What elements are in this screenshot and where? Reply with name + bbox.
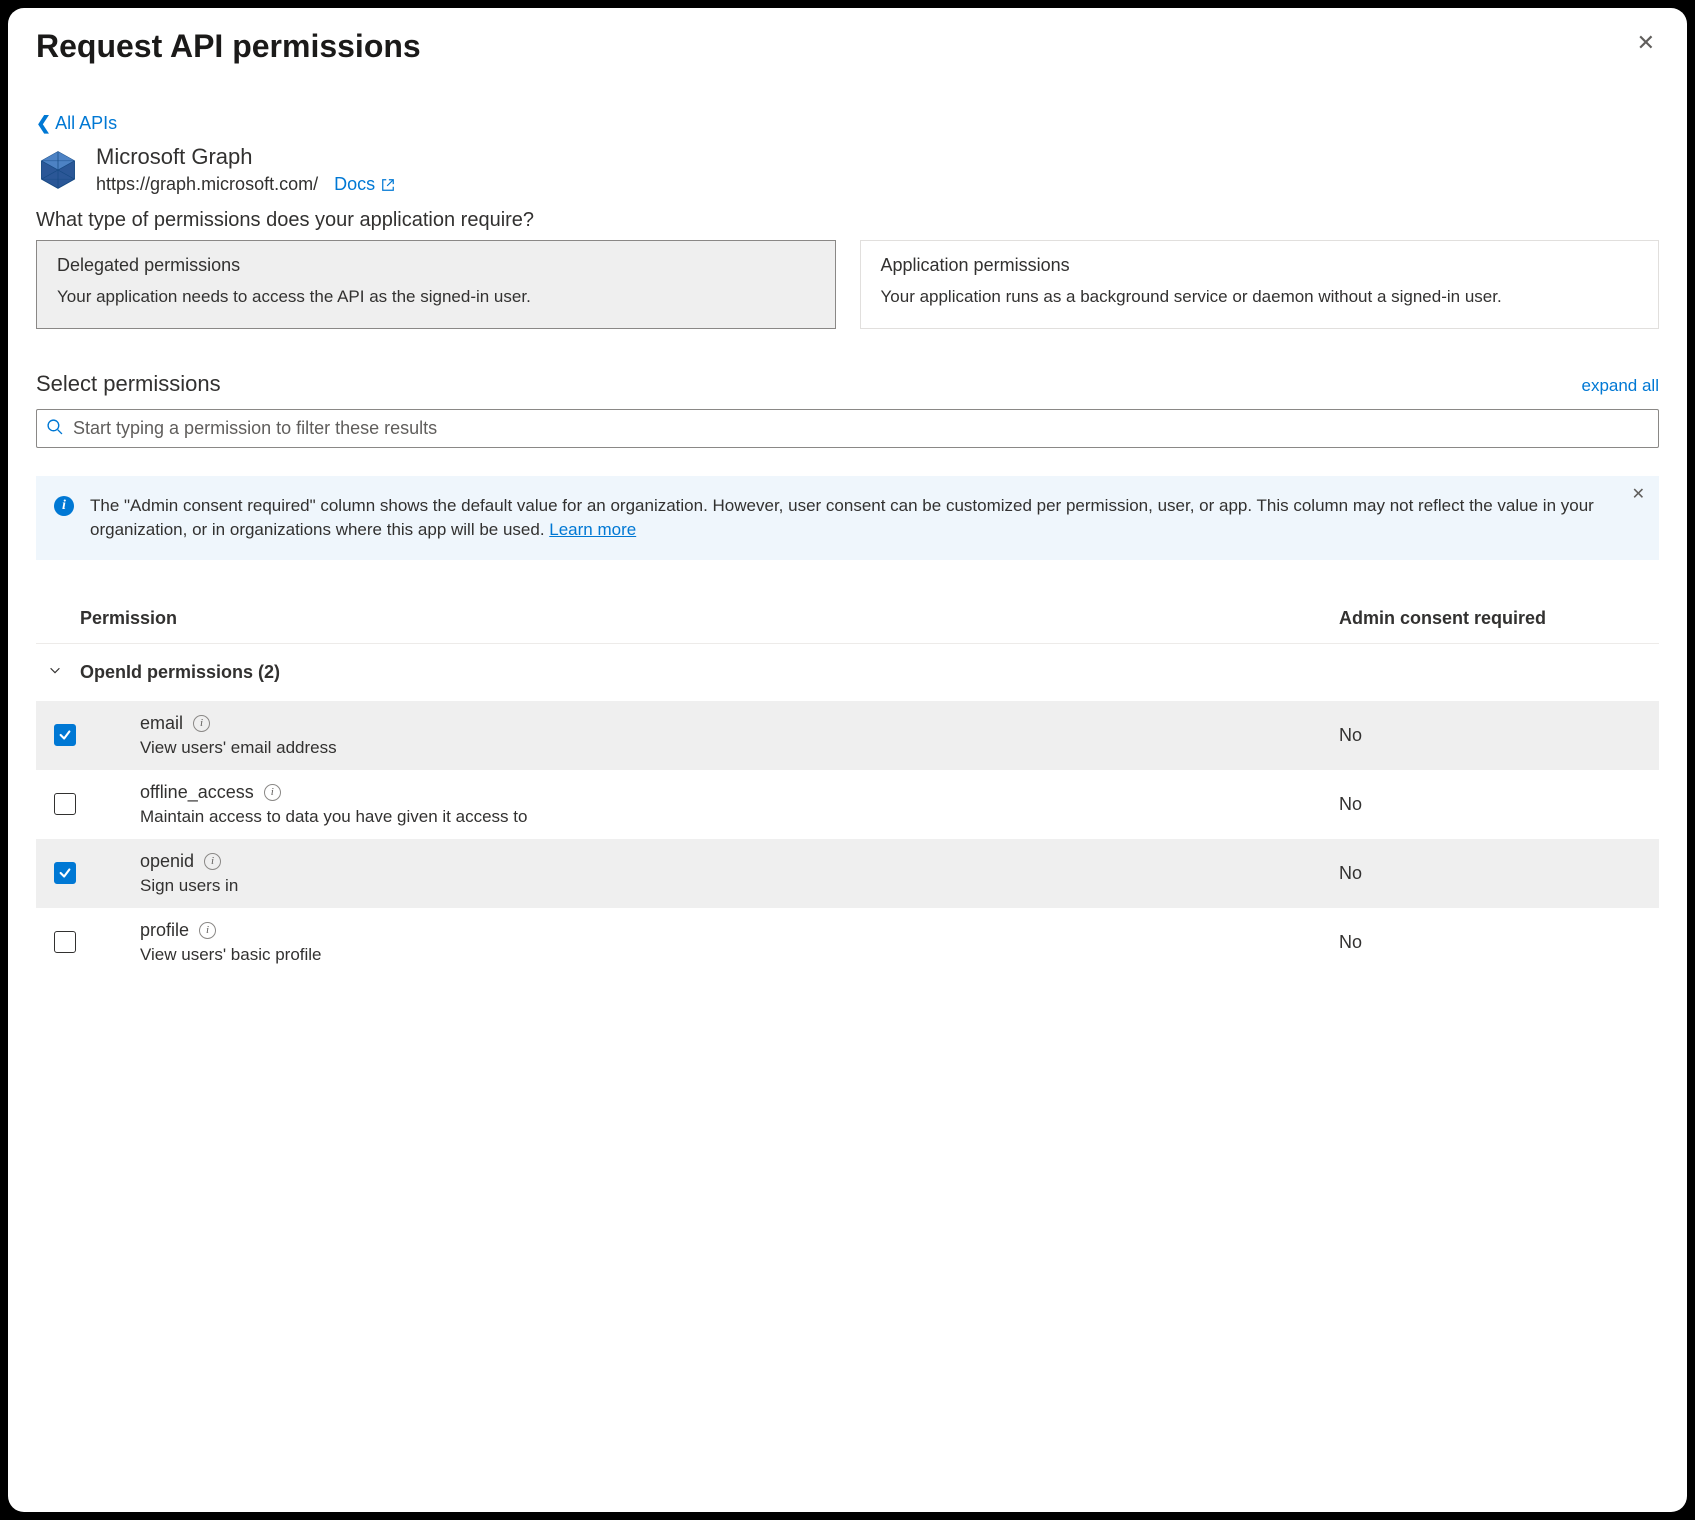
permission-search-input[interactable] (36, 409, 1659, 448)
permission-name: offline_access (140, 782, 254, 803)
info-hint-icon[interactable]: i (204, 853, 221, 870)
chevron-down-icon (48, 663, 62, 682)
permission-desc: View users' basic profile (140, 945, 1339, 965)
permission-desc: Maintain access to data you have given i… (140, 807, 1339, 827)
admin-consent-value: No (1339, 725, 1659, 746)
permission-name: openid (140, 851, 194, 872)
permission-row: profile i View users' basic profileNo (36, 908, 1659, 977)
table-header: Permission Admin consent required (36, 594, 1659, 644)
chevron-left-icon: ❮ (36, 113, 51, 134)
info-close-icon[interactable]: ✕ (1632, 484, 1645, 504)
application-permissions-card[interactable]: Application permissions Your application… (860, 240, 1660, 329)
card-desc: Your application needs to access the API… (57, 286, 815, 308)
docs-link[interactable]: Docs (334, 174, 395, 195)
permission-checkbox[interactable] (54, 724, 76, 746)
permission-type-question: What type of permissions does your appli… (36, 209, 1659, 232)
api-url: https://graph.microsoft.com/ (96, 174, 318, 195)
card-desc: Your application runs as a background se… (881, 286, 1639, 308)
select-permissions-label: Select permissions (36, 371, 221, 397)
permission-checkbox[interactable] (54, 793, 76, 815)
docs-link-label: Docs (334, 174, 375, 195)
external-link-icon (381, 178, 395, 192)
info-icon: i (54, 496, 74, 516)
permission-row: emaili View users' email addressNo (36, 701, 1659, 770)
permission-row: offline_access i Maintain access to data y… (36, 770, 1659, 839)
admin-consent-value: No (1339, 932, 1659, 953)
permission-checkbox[interactable] (54, 931, 76, 953)
permission-row: openidi Sign users inNo (36, 839, 1659, 908)
permission-desc: Sign users in (140, 876, 1339, 896)
microsoft-graph-icon (36, 148, 80, 192)
admin-consent-value: No (1339, 794, 1659, 815)
column-admin-consent: Admin consent required (1339, 608, 1659, 629)
permission-name: profile (140, 920, 189, 941)
card-title: Delegated permissions (57, 255, 815, 276)
back-link-label: All APIs (55, 113, 117, 134)
permission-name: email (140, 713, 183, 734)
permission-group-openid[interactable]: OpenId permissions (2) (36, 644, 1659, 701)
delegated-permissions-card[interactable]: Delegated permissions Your application n… (36, 240, 836, 329)
expand-all-link[interactable]: expand all (1581, 376, 1659, 396)
group-label: OpenId permissions (2) (80, 662, 280, 683)
info-hint-icon[interactable]: i (199, 922, 216, 939)
page-title: Request API permissions (36, 28, 421, 65)
permission-checkbox[interactable] (54, 862, 76, 884)
search-icon (46, 418, 63, 440)
back-all-apis-link[interactable]: ❮ All APIs (36, 113, 117, 134)
admin-consent-value: No (1339, 863, 1659, 884)
info-text: The "Admin consent required" column show… (90, 496, 1594, 539)
api-name: Microsoft Graph (96, 144, 395, 170)
info-banner: i The "Admin consent required" column sh… (36, 476, 1659, 560)
info-hint-icon[interactable]: i (193, 715, 210, 732)
learn-more-link[interactable]: Learn more (549, 520, 636, 539)
permission-desc: View users' email address (140, 738, 1339, 758)
info-hint-icon[interactable]: i (264, 784, 281, 801)
api-permissions-panel: Request API permissions ✕ ❮ All APIs Mic… (8, 8, 1687, 1512)
column-permission: Permission (36, 608, 1339, 629)
card-title: Application permissions (881, 255, 1639, 276)
close-icon[interactable]: ✕ (1633, 28, 1659, 58)
